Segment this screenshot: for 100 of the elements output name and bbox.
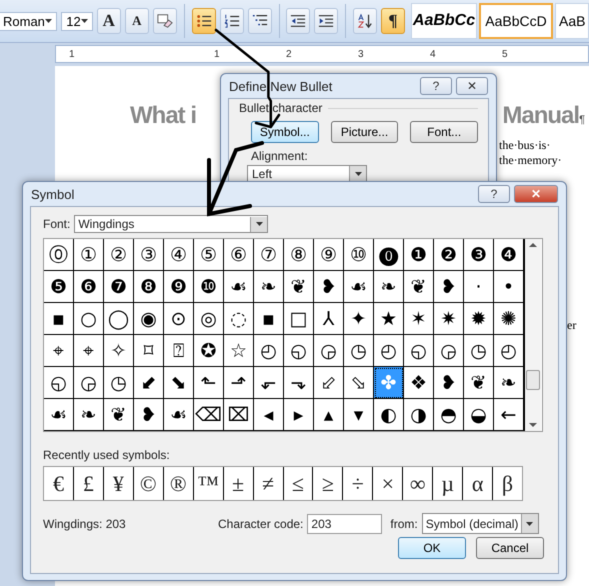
outdent-button[interactable] <box>286 8 310 34</box>
scroll-up-icon[interactable] <box>529 243 537 247</box>
font-size-field[interactable]: 12 <box>61 12 93 30</box>
character-code-field[interactable]: 203 <box>307 514 382 534</box>
symbol-cell[interactable]: ⓪ <box>44 239 74 271</box>
alignment-dropdown[interactable]: Left <box>247 165 367 182</box>
symbol-cell[interactable]: ✪ <box>194 335 224 367</box>
symbol-cell[interactable]: ❾ <box>164 271 194 303</box>
symbol-cell[interactable]: ◯ <box>104 303 134 335</box>
symbol-cell[interactable]: ⓿ <box>374 239 404 271</box>
recent-symbol-cell[interactable]: ¥ <box>104 467 134 500</box>
symbol-cell[interactable]: ⬃ <box>314 367 344 399</box>
symbol-cell[interactable]: ❸ <box>464 239 494 271</box>
symbol-cell[interactable]: ◴ <box>254 335 284 367</box>
symbol-cell[interactable]: ❥ <box>434 367 464 399</box>
symbol-cell[interactable]: ▴ <box>314 399 344 431</box>
recent-symbol-cell[interactable]: ™ <box>194 467 224 500</box>
symbol-cell[interactable]: ✧ <box>104 335 134 367</box>
symbol-cell[interactable]: ❦ <box>104 399 134 431</box>
symbol-cell[interactable]: ❦ <box>464 367 494 399</box>
symbol-cell[interactable]: ▾ <box>344 399 374 431</box>
recent-symbol-cell[interactable]: ÷ <box>343 467 374 500</box>
symbol-cell[interactable]: ⌫ <box>194 399 224 431</box>
symbol-cell[interactable]: ❽ <box>134 271 164 303</box>
recent-symbol-cell[interactable]: € <box>44 467 74 500</box>
symbol-cell[interactable]: ❧ <box>74 399 104 431</box>
symbol-cell[interactable]: ☙ <box>344 271 374 303</box>
symbol-cell[interactable]: ④ <box>164 239 194 271</box>
scroll-thumb[interactable] <box>526 370 540 390</box>
symbol-cell[interactable]: ⑩ <box>344 239 374 271</box>
symbol-cell[interactable]: ✷ <box>434 303 464 335</box>
symbol-cell[interactable]: ⑥ <box>224 239 254 271</box>
symbol-cell[interactable]: ⌑ <box>134 335 164 367</box>
symbol-cell[interactable]: ◒ <box>464 399 494 431</box>
symbol-cell[interactable]: ◶ <box>74 367 104 399</box>
symbol-cell[interactable]: ❻ <box>74 271 104 303</box>
symbol-cell[interactable]: ☆ <box>224 335 254 367</box>
multilevel-button[interactable] <box>248 8 272 34</box>
style-preview[interactable]: AaB <box>555 3 589 39</box>
help-button[interactable]: ? <box>478 185 510 203</box>
symbol-cell[interactable]: ◷ <box>464 335 494 367</box>
symbol-cell[interactable]: ◵ <box>44 367 74 399</box>
symbol-cell[interactable]: ◶ <box>434 335 464 367</box>
symbol-cell[interactable]: ⌖ <box>74 335 104 367</box>
symbol-cell[interactable]: ◑ <box>404 399 434 431</box>
symbol-cell[interactable]: ○ <box>74 303 104 335</box>
symbol-cell[interactable]: ❥ <box>314 271 344 303</box>
symbol-cell[interactable]: ☙ <box>44 399 74 431</box>
symbol-cell[interactable]: ◉ <box>134 303 164 335</box>
font-name-field[interactable]: Roman <box>0 12 58 30</box>
symbol-cell[interactable]: ⑧ <box>284 239 314 271</box>
recent-symbol-cell[interactable]: α <box>463 467 494 500</box>
symbol-cell[interactable]: ◎ <box>194 303 224 335</box>
shrink-font-button[interactable]: A <box>124 8 149 34</box>
pilcrow-button[interactable]: ¶ <box>381 8 406 34</box>
close-button[interactable]: ✕ <box>456 77 488 95</box>
scrollbar[interactable] <box>525 239 541 431</box>
recent-symbol-cell[interactable]: × <box>373 467 404 500</box>
symbol-cell[interactable]: • <box>494 271 524 303</box>
dialog-button[interactable]: OK <box>398 537 466 559</box>
symbol-cell[interactable]: ❹ <box>494 239 524 271</box>
symbol-cell[interactable]: ⑦ <box>254 239 284 271</box>
recent-symbol-cell[interactable]: © <box>134 467 164 500</box>
symbol-cell[interactable]: ① <box>74 239 104 271</box>
symbol-cell[interactable]: ⬎ <box>284 367 314 399</box>
recent-symbol-cell[interactable]: β <box>493 467 522 500</box>
symbol-cell[interactable]: ❿ <box>194 271 224 303</box>
numbering-button[interactable] <box>220 8 244 34</box>
help-button[interactable]: ? <box>420 77 452 95</box>
symbol-cell[interactable]: ⑨ <box>314 239 344 271</box>
font-dropdown[interactable]: Wingdings <box>74 215 268 233</box>
symbol-cell[interactable]: ☙ <box>164 399 194 431</box>
symbol-cell[interactable]: ☙ <box>224 271 254 303</box>
symbol-cell[interactable]: ❦ <box>404 271 434 303</box>
symbol-cell[interactable]: ❦ <box>284 271 314 303</box>
symbol-cell[interactable]: ❧ <box>254 271 284 303</box>
symbol-cell[interactable]: ⬊ <box>164 367 194 399</box>
symbol-cell[interactable]: ❧ <box>374 271 404 303</box>
symbol-cell[interactable]: ❶ <box>404 239 434 271</box>
from-dropdown[interactable]: Symbol (decimal) <box>422 513 539 534</box>
symbol-cell[interactable]: ◌ <box>224 303 254 335</box>
symbol-cell[interactable]: ◷ <box>104 367 134 399</box>
recent-symbol-cell[interactable]: ≠ <box>254 467 284 500</box>
symbol-cell[interactable]: ✦ <box>344 303 374 335</box>
symbol-cell[interactable]: ▪ <box>254 303 284 335</box>
sort-button[interactable] <box>353 8 378 34</box>
dialog-button[interactable]: Symbol... <box>251 121 319 143</box>
symbol-cell[interactable]: ▸ <box>284 399 314 431</box>
symbol-cell[interactable]: ⌖ <box>44 335 74 367</box>
style-preview[interactable]: AaBbCc <box>411 3 478 39</box>
symbol-cell[interactable]: ← <box>494 399 524 431</box>
symbol-cell[interactable]: ◐ <box>374 399 404 431</box>
recent-symbol-cell[interactable]: µ <box>433 467 464 500</box>
scroll-down-icon[interactable] <box>529 423 537 427</box>
symbol-cell[interactable]: ⑤ <box>194 239 224 271</box>
symbol-cell[interactable]: ⌧ <box>224 399 254 431</box>
dialog-button[interactable]: Font... <box>410 121 478 143</box>
grow-font-button[interactable]: A <box>96 8 121 34</box>
symbol-cell[interactable]: ✺ <box>494 303 524 335</box>
symbol-cell[interactable]: ❖ <box>404 367 434 399</box>
